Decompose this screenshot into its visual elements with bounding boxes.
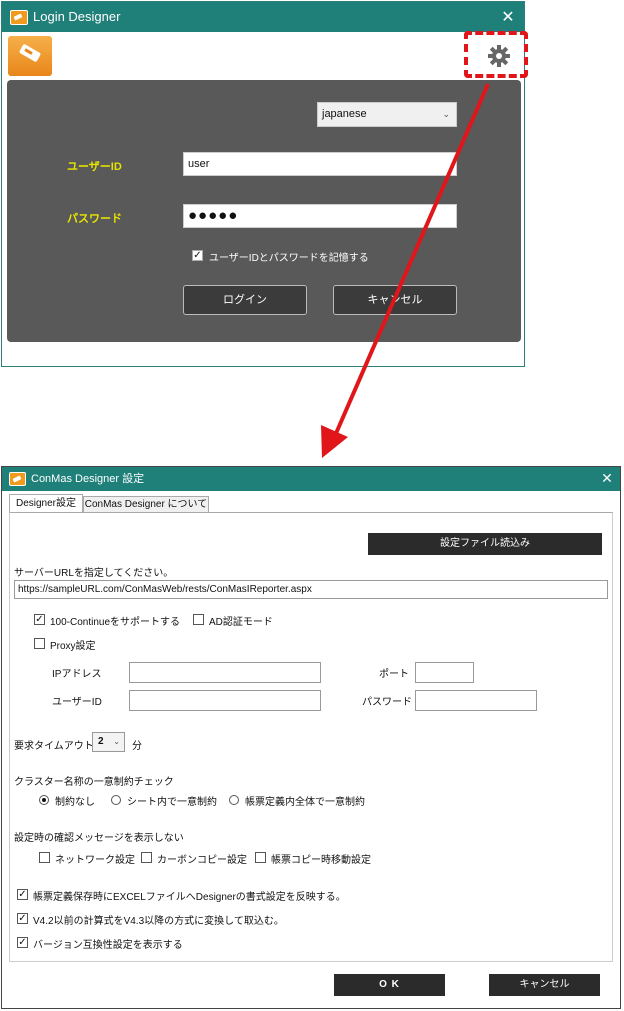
proxy-userid-input[interactable] bbox=[129, 690, 321, 711]
form-copy-move-checkbox[interactable] bbox=[255, 852, 266, 863]
carbon-copy-checkbox[interactable] bbox=[141, 852, 152, 863]
continue-label: 100-Continueをサポートする bbox=[50, 617, 181, 628]
radio-no-constraint-label: 制約なし bbox=[55, 797, 95, 808]
excel-format-label: 帳票定義保存時にEXCELファイルへDesignerの書式設定を反映する。 bbox=[33, 892, 346, 903]
timeout-unit: 分 bbox=[132, 741, 142, 752]
version-compat-checkbox[interactable]: ✓ bbox=[17, 937, 28, 948]
formula-convert-label: V4.2以前の計算式をV4.3以降の方式に変換して取込む。 bbox=[33, 916, 284, 927]
settings-window: ConMas Designer 設定 ✕ Designer設定 ConMas D… bbox=[1, 466, 621, 1009]
proxy-password-label: パスワード bbox=[362, 697, 412, 708]
radio-form-unique-label: 帳票定義内全体で一意制約 bbox=[245, 797, 365, 808]
continue-checkbox[interactable]: ✓ bbox=[34, 614, 45, 625]
version-compat-label: バージョン互換性設定を表示する bbox=[33, 940, 183, 951]
server-url-input[interactable]: https://sampleURL.com/ConMasWeb/rests/Co… bbox=[14, 580, 608, 599]
radio-form-unique[interactable] bbox=[229, 795, 239, 805]
ad-mode-label: AD認証モード bbox=[209, 617, 273, 628]
radio-sheet-unique-label: シート内で一意制約 bbox=[127, 797, 217, 808]
excel-format-checkbox[interactable]: ✓ bbox=[17, 889, 28, 900]
arrow-icon bbox=[321, 83, 490, 458]
load-settings-button[interactable]: 設定ファイル読込み bbox=[368, 533, 602, 555]
confirm-message-label: 設定時の確認メッセージを表示しない bbox=[14, 833, 184, 844]
tab-content: 設定ファイル読込み サーバーURLを指定してください。 https://samp… bbox=[9, 512, 613, 962]
app-icon bbox=[9, 472, 26, 486]
cluster-check-label: クラスター名称の一意制約チェック bbox=[14, 777, 174, 788]
tab-label: Designer設定 bbox=[15, 498, 77, 509]
settings-cancel-button[interactable]: キャンセル bbox=[489, 974, 600, 996]
carbon-copy-label: カーボンコピー設定 bbox=[157, 855, 247, 866]
radio-sheet-unique[interactable] bbox=[111, 795, 121, 805]
server-url-value: https://sampleURL.com/ConMasWeb/rests/Co… bbox=[18, 584, 312, 595]
network-settings-label: ネットワーク設定 bbox=[55, 855, 135, 866]
proxy-password-input[interactable] bbox=[415, 690, 537, 711]
close-icon[interactable]: ✕ bbox=[598, 470, 616, 487]
radio-no-constraint[interactable] bbox=[39, 795, 49, 805]
network-settings-checkbox[interactable] bbox=[39, 852, 50, 863]
ip-address-label: IPアドレス bbox=[52, 669, 102, 680]
timeout-select[interactable]: 2 ⌄ bbox=[92, 732, 125, 752]
form-copy-move-label: 帳票コピー時移動設定 bbox=[271, 855, 371, 866]
proxy-userid-label: ユーザーID bbox=[52, 697, 102, 708]
settings-title: ConMas Designer 設定 bbox=[31, 473, 145, 485]
settings-titlebar: ConMas Designer 設定 ✕ bbox=[2, 467, 620, 491]
proxy-checkbox[interactable] bbox=[34, 638, 45, 649]
server-url-label: サーバーURLを指定してください。 bbox=[14, 568, 174, 579]
proxy-label: Proxy設定 bbox=[50, 641, 96, 652]
tab-label: ConMas Designer について bbox=[84, 499, 208, 510]
timeout-label: 要求タイムアウト bbox=[14, 741, 94, 752]
port-input[interactable] bbox=[415, 662, 474, 683]
tab-about[interactable]: ConMas Designer について bbox=[83, 496, 209, 513]
ip-address-input[interactable] bbox=[129, 662, 321, 683]
chevron-down-icon: ⌄ bbox=[113, 737, 120, 746]
timeout-value: 2 bbox=[98, 736, 104, 747]
ok-button[interactable]: O K bbox=[334, 974, 445, 996]
ad-mode-checkbox[interactable] bbox=[193, 614, 204, 625]
formula-convert-checkbox[interactable]: ✓ bbox=[17, 913, 28, 924]
tab-designer-settings[interactable]: Designer設定 bbox=[9, 494, 83, 513]
port-label: ポート bbox=[379, 669, 409, 680]
